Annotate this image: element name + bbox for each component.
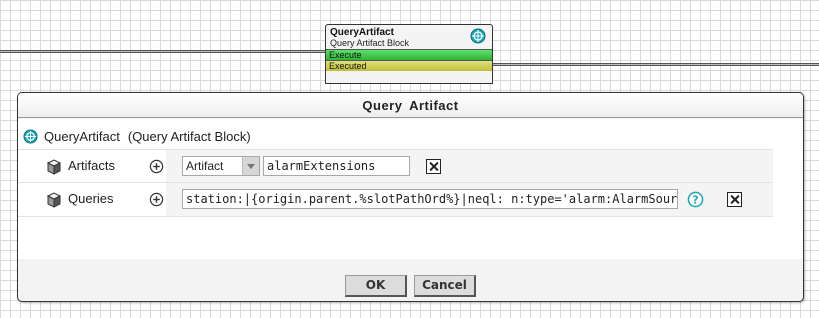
remove-artifact-button[interactable] [426,159,441,174]
block-title: QueryArtifact [330,27,394,38]
artifact-name-input[interactable]: alarmExtensions [263,156,410,176]
query-input[interactable]: station:|{origin.parent.%slotPathOrd%}|n… [182,189,678,209]
help-icon[interactable]: ? [687,191,704,208]
svg-text:?: ? [692,194,698,206]
cube-icon [46,159,62,175]
artifact-type-value: Artifact [186,159,224,173]
add-query-icon[interactable] [149,192,164,207]
block-header: QueryArtifact Query Artifact Block [326,25,492,49]
block-subtitle: Query Artifact Block [330,38,410,48]
target-icon [470,28,486,44]
add-artifact-icon[interactable] [149,159,164,174]
artifact-type-select[interactable]: Artifact [182,156,260,176]
block-name: QueryArtifact [44,128,120,144]
dialog-body: QueryArtifact (Query Artifact Block) Art… [18,119,803,259]
artifacts-row: Artifacts Artifact alarmExtensions [18,149,773,183]
chevron-down-icon[interactable] [242,157,259,175]
queries-row: Queries station:|{origin.parent.%slotPat… [18,183,773,217]
cancel-button[interactable]: Cancel [414,275,476,297]
block-type: (Query Artifact Block) [127,128,251,144]
connection-wire [492,63,819,66]
query-artifact-dialog: Query Artifact QueryArtifact (Query Arti… [17,92,804,302]
block-header-row: QueryArtifact (Query Artifact Block) [23,127,251,145]
cube-icon [46,192,62,208]
ok-button[interactable]: OK [345,275,407,297]
remove-query-button[interactable] [727,192,742,207]
dialog-title: Query Artifact [18,93,803,118]
query-artifact-block[interactable]: QueryArtifact Query Artifact Block Execu… [325,24,493,84]
executed-port[interactable]: Executed [326,60,492,71]
target-icon [23,128,38,144]
execute-port[interactable]: Execute [326,49,492,60]
connection-wire [0,50,326,53]
queries-label: Queries [68,191,114,206]
artifacts-label: Artifacts [68,158,115,173]
